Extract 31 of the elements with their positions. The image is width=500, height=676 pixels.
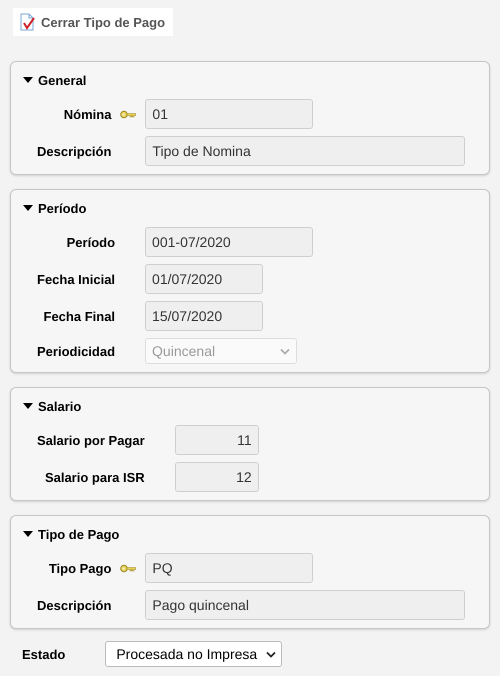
field-label: Fecha Inicial — [37, 272, 116, 286]
field-label: Fecha Final — [44, 308, 116, 324]
chevron-icon — [280, 348, 290, 354]
input-field[interactable]: 15/07/2020 — [145, 301, 264, 331]
document-check-icon — [19, 13, 36, 31]
close-payment-type-button[interactable]: Cerrar Tipo de Pago — [13, 8, 174, 36]
section-header[interactable]: Tipo de Pago — [23, 525, 120, 543]
input-field[interactable]: Tipo de Nomina — [145, 136, 466, 166]
input-field[interactable]: Pago quincenal — [145, 590, 466, 620]
field-label: Nómina — [64, 106, 112, 122]
field-label: Descripción — [37, 598, 112, 612]
field-label: Periodicidad — [37, 344, 116, 358]
field-label: Salario por Pagar — [37, 432, 145, 448]
input-field[interactable]: 01 — [145, 99, 314, 129]
field-label: Período — [66, 234, 116, 250]
dropdown[interactable]: Procesada no Impresa — [105, 641, 282, 667]
section-header[interactable]: Salario — [23, 397, 82, 415]
input-field[interactable]: 01/07/2020 — [145, 264, 264, 294]
input-field[interactable]: 001-07/2020 — [145, 227, 314, 257]
field-label: Descripción — [37, 144, 112, 158]
field-label: Tipo Pago — [48, 560, 112, 576]
input-field[interactable]: 11 — [174, 425, 259, 455]
input-field[interactable]: PQ — [145, 553, 314, 583]
key-icon — [120, 110, 136, 118]
chevron-icon — [266, 650, 276, 658]
key-icon — [120, 564, 136, 572]
input-field[interactable]: 12 — [174, 462, 259, 492]
section-header[interactable]: General — [23, 71, 86, 89]
section-header[interactable]: Período — [23, 199, 86, 217]
field-label: Salario para ISR — [44, 470, 145, 484]
field-label: Estado — [22, 646, 66, 662]
